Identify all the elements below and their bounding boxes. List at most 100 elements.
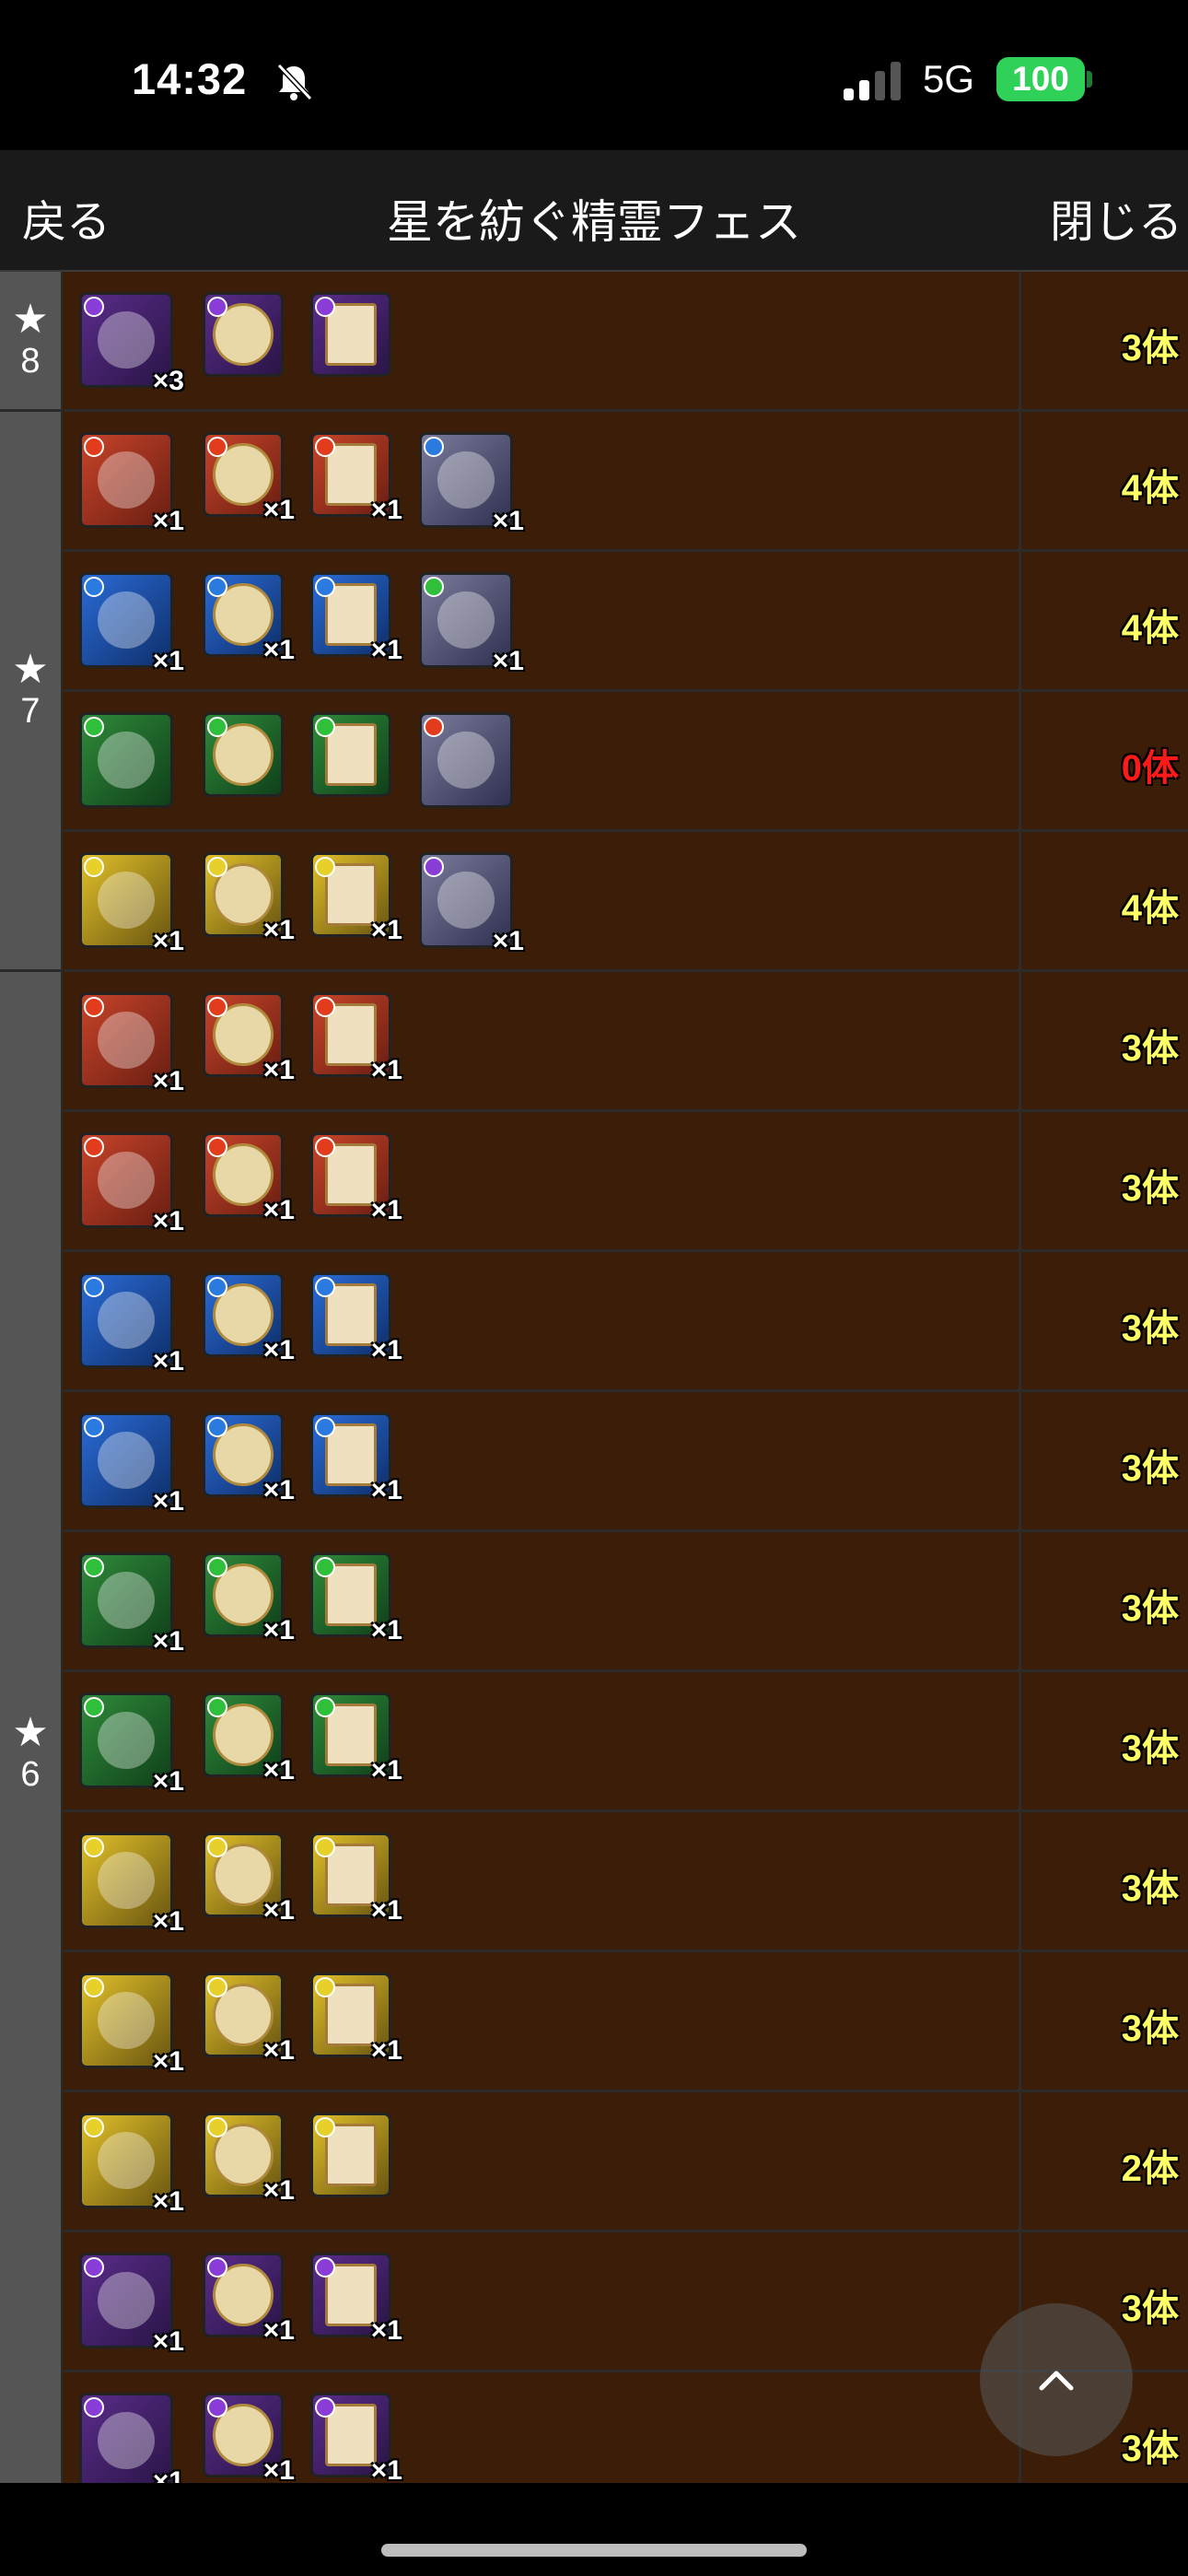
- attribute-orb-icon: [84, 717, 104, 737]
- monster-item[interactable]: ×1: [79, 432, 184, 536]
- monster-item[interactable]: ×1: [79, 1692, 184, 1797]
- monster-item[interactable]: ×1: [203, 2113, 295, 2206]
- quantity-label: ×1: [262, 1895, 295, 1926]
- monster-item[interactable]: [203, 712, 284, 797]
- monster-item[interactable]: ×3: [79, 292, 184, 396]
- monster-item[interactable]: ×1: [79, 2253, 184, 2357]
- monster-item[interactable]: ×1: [419, 572, 524, 676]
- medallion-icon: [203, 712, 284, 797]
- monster-item[interactable]: ×1: [310, 1132, 402, 1225]
- monster-item[interactable]: ×1: [79, 1973, 184, 2077]
- monster-item[interactable]: ×1: [79, 1272, 184, 1376]
- column-divider: [1019, 832, 1021, 969]
- close-button[interactable]: 閉じる: [1050, 185, 1182, 250]
- quantity-label: ×1: [152, 2326, 184, 2357]
- star-group-6: ★ 6: [0, 972, 63, 2483]
- table-row[interactable]: ×1 ×1 ×1 3体: [64, 1392, 1188, 1532]
- column-divider: [1019, 272, 1021, 409]
- table-row[interactable]: ×1 ×1 ×1 ×1 4体: [64, 832, 1188, 972]
- table-row[interactable]: ×1 ×1 ×1 ×1 4体: [64, 552, 1188, 692]
- monster-item[interactable]: ×1: [203, 852, 295, 945]
- monster-item[interactable]: ×1: [79, 1552, 184, 1657]
- monster-item[interactable]: [79, 712, 173, 808]
- attribute-orb-icon: [424, 577, 444, 597]
- monster-item[interactable]: ×1: [79, 852, 184, 956]
- monster-item[interactable]: ×1: [310, 1832, 402, 1926]
- table-row[interactable]: ×1 ×1 ×1 3体: [64, 972, 1188, 1112]
- monster-item[interactable]: ×1: [310, 432, 402, 525]
- monster-item[interactable]: ×1: [203, 432, 295, 525]
- attribute-orb-icon: [315, 577, 335, 597]
- char-art: [437, 731, 495, 790]
- quantity-label: ×1: [262, 2455, 295, 2483]
- monster-item[interactable]: ×1: [203, 1973, 295, 2066]
- quantity-label: ×1: [152, 1906, 184, 1937]
- monster-item[interactable]: ×1: [419, 852, 524, 956]
- monster-item[interactable]: ×1: [203, 2253, 295, 2346]
- monster-item[interactable]: [203, 292, 284, 377]
- table-row[interactable]: ×1 ×1 ×1 3体: [64, 1532, 1188, 1672]
- card-art: [98, 1151, 155, 1210]
- count-label: 4体: [1121, 608, 1179, 649]
- table-row[interactable]: ×1 ×1 ×1 3体: [64, 1252, 1188, 1392]
- monster-item[interactable]: ×1: [203, 1692, 295, 1786]
- monster-item[interactable]: ×1: [203, 1132, 295, 1225]
- table-row[interactable]: ×1 ×1 ×1 3体: [64, 1672, 1188, 1812]
- monster-item[interactable]: ×1: [203, 2393, 295, 2483]
- table-row[interactable]: ×1 ×1 ×1 3体: [64, 1112, 1188, 1252]
- table-row[interactable]: ×3 3体: [64, 272, 1188, 412]
- monster-item[interactable]: ×1: [310, 1692, 402, 1786]
- attribute-orb-icon: [424, 717, 444, 737]
- monster-item[interactable]: ×1: [203, 992, 295, 1085]
- monster-item[interactable]: ×1: [79, 1412, 184, 1516]
- monster-item[interactable]: ×1: [79, 2393, 184, 2483]
- monster-item[interactable]: ×1: [310, 992, 402, 1085]
- count-label: 3体: [1121, 2008, 1179, 2049]
- monster-item[interactable]: ×1: [310, 852, 402, 945]
- monster-item[interactable]: [310, 2113, 391, 2197]
- table-row[interactable]: ×1 ×1 2体: [64, 2092, 1188, 2232]
- monster-item[interactable]: ×1: [79, 992, 184, 1096]
- card-art: [98, 2131, 155, 2190]
- monster-item[interactable]: ×1: [310, 2393, 402, 2483]
- table-row[interactable]: ×1 ×1 ×1 3体: [64, 1952, 1188, 2092]
- attribute-orb-icon: [315, 2397, 335, 2418]
- attribute-orb-icon: [207, 2397, 227, 2418]
- attribute-orb-icon: [207, 1837, 227, 1857]
- table-row[interactable]: ×1 ×1 ×1 ×1 4体: [64, 412, 1188, 552]
- monster-item[interactable]: ×1: [419, 432, 524, 536]
- monster-item[interactable]: ×1: [310, 572, 402, 665]
- attribute-orb-icon: [424, 857, 444, 877]
- monster-item[interactable]: ×1: [79, 572, 184, 676]
- monster-item[interactable]: ×1: [310, 1973, 402, 2066]
- count-label: 3体: [1121, 1868, 1179, 1909]
- monster-item[interactable]: ×1: [203, 1832, 295, 1926]
- monster-item[interactable]: ×1: [203, 1412, 295, 1505]
- table-row[interactable]: ×1 ×1 ×1 3体: [64, 1812, 1188, 1952]
- monster-item[interactable]: ×1: [310, 1272, 402, 1365]
- quantity-label: ×1: [152, 646, 184, 676]
- monster-item[interactable]: ×1: [203, 572, 295, 665]
- quantity-label: ×1: [370, 1055, 402, 1085]
- count-label: 3体: [1121, 1728, 1179, 1769]
- home-indicator[interactable]: [381, 2544, 807, 2557]
- monster-item[interactable]: ×1: [203, 1552, 295, 1645]
- quantity-label: ×1: [370, 635, 402, 665]
- table-row[interactable]: 0体: [64, 692, 1188, 832]
- monster-item[interactable]: ×1: [310, 2253, 402, 2346]
- monster-item[interactable]: ×1: [310, 1412, 402, 1505]
- monster-item[interactable]: ×1: [79, 2113, 184, 2217]
- quantity-label: ×1: [492, 926, 524, 956]
- monster-item[interactable]: ×1: [79, 1832, 184, 1937]
- monster-item[interactable]: [310, 712, 391, 797]
- monster-item[interactable]: [310, 292, 391, 377]
- count-label: 3体: [1121, 328, 1179, 369]
- monster-item[interactable]: ×1: [203, 1272, 295, 1365]
- monster-item[interactable]: ×1: [79, 1132, 184, 1236]
- monster-item[interactable]: ×1: [310, 1552, 402, 1645]
- scroll-to-top-button[interactable]: [980, 2303, 1133, 2456]
- column-divider: [1019, 2092, 1021, 2230]
- quantity-label: ×1: [262, 1615, 295, 1645]
- monster-item[interactable]: [419, 712, 513, 808]
- column-divider: [1019, 1112, 1021, 1249]
